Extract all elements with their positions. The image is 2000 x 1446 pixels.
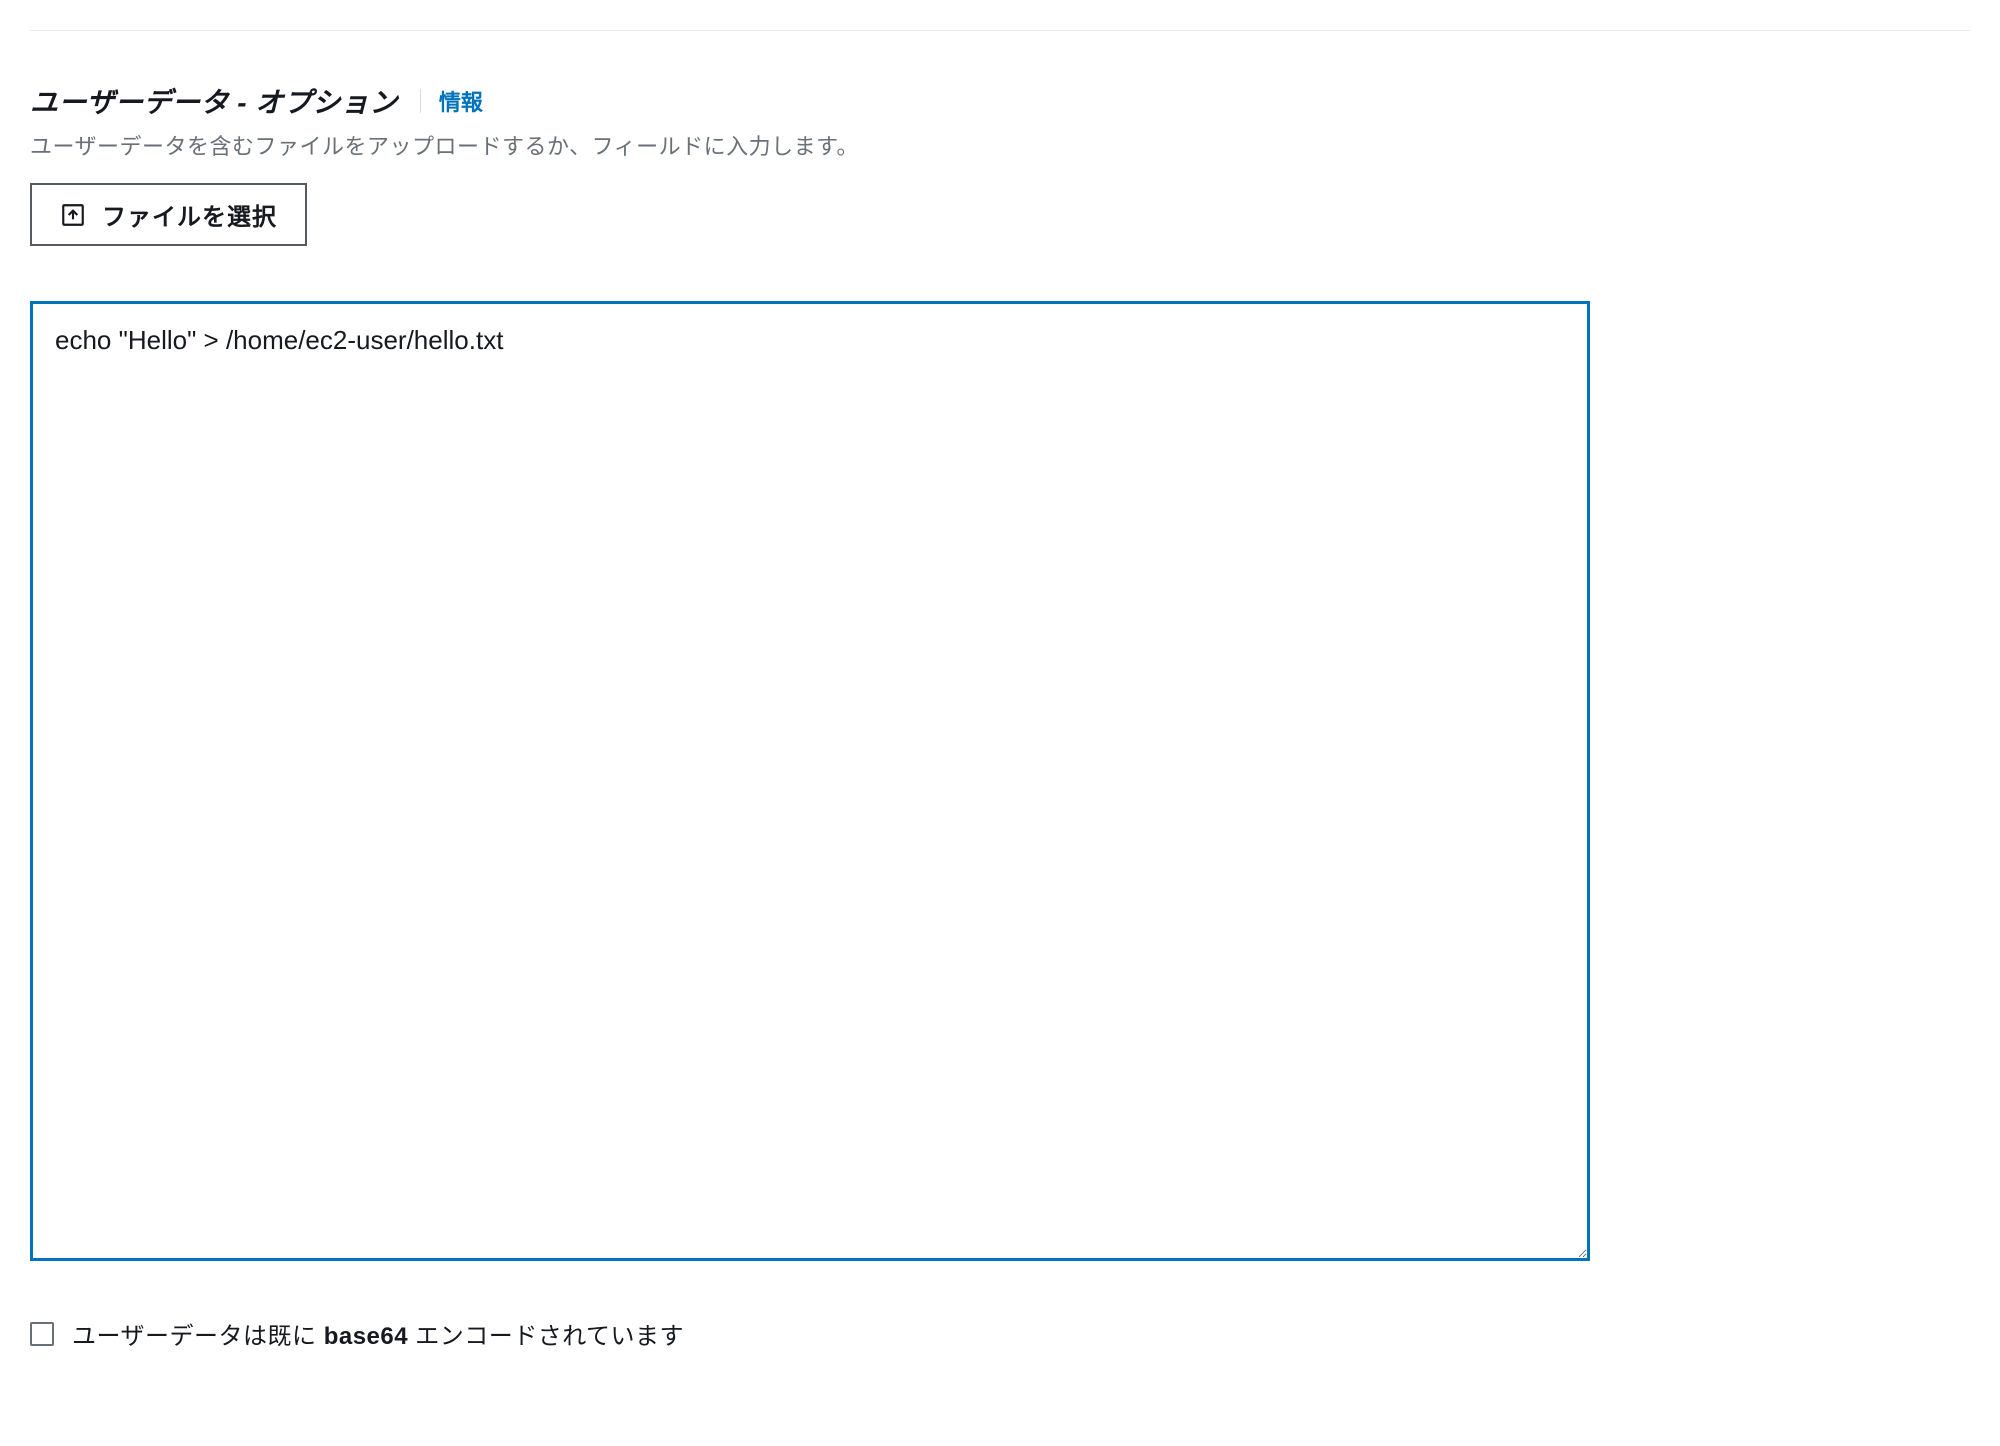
section-header: ユーザーデータ - オプション 情報 xyxy=(30,81,1610,121)
base64-checkbox-label[interactable]: ユーザーデータは既に base64 エンコードされています xyxy=(72,1316,684,1351)
top-divider xyxy=(30,30,1970,31)
file-select-label: ファイルを選択 xyxy=(102,197,277,232)
base64-checkbox[interactable] xyxy=(30,1322,54,1346)
userdata-textarea[interactable] xyxy=(30,301,1590,1261)
base64-checkbox-row: ユーザーデータは既に base64 エンコードされています xyxy=(30,1316,1610,1351)
section-title: ユーザーデータ - オプション xyxy=(30,81,398,121)
title-divider xyxy=(420,89,421,113)
userdata-section: ユーザーデータ - オプション 情報 ユーザーデータを含むファイルをアップロード… xyxy=(30,81,1610,1351)
file-select-button[interactable]: ファイルを選択 xyxy=(30,183,307,246)
info-link[interactable]: 情報 xyxy=(439,85,483,117)
upload-icon xyxy=(60,202,86,228)
base64-label-prefix: ユーザーデータは既に xyxy=(72,1323,324,1350)
base64-label-bold: base64 xyxy=(324,1323,408,1350)
section-description: ユーザーデータを含むファイルをアップロードするか、フィールドに入力します。 xyxy=(30,129,1610,161)
base64-label-suffix: エンコードされています xyxy=(408,1323,684,1350)
